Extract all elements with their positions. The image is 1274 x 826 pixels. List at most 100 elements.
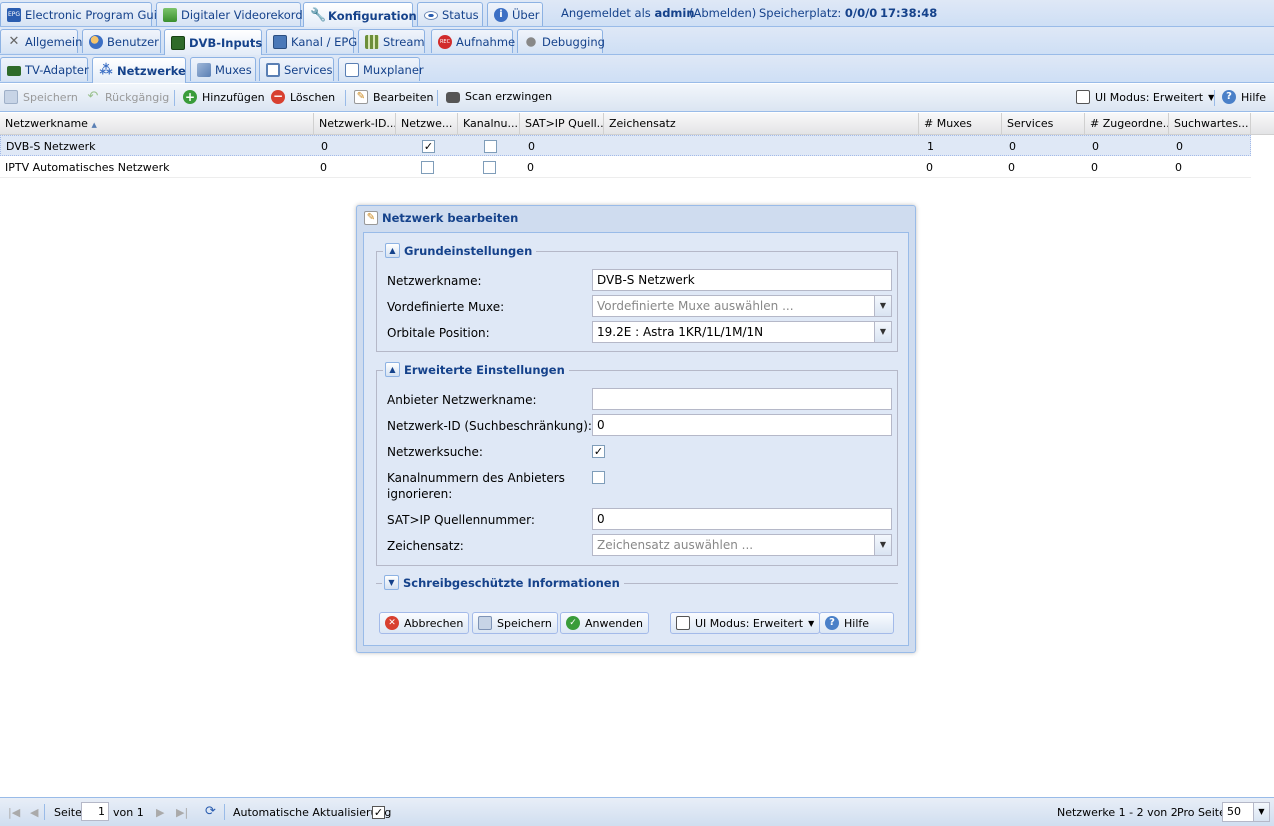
- paging-summary: Netzwerke 1 - 2 von 2: [1057, 806, 1178, 819]
- logout-link[interactable]: (Abmelden): [689, 6, 756, 20]
- chevron-down-icon[interactable]: ▼: [1253, 803, 1269, 821]
- auto-refresh-checkbox[interactable]: ✓: [372, 806, 385, 819]
- expand-icon[interactable]: ▼: [384, 575, 399, 590]
- cell-network-id: 0: [321, 140, 328, 153]
- column-header-services[interactable]: Services: [1002, 113, 1085, 135]
- network-name-field[interactable]: DVB-S Netzwerk: [592, 269, 892, 291]
- cancel-button[interactable]: ✕ Abbrechen: [379, 612, 470, 634]
- chevron-down-icon[interactable]: ▼: [874, 296, 891, 316]
- tab-status[interactable]: Status: [417, 2, 483, 26]
- tab-services[interactable]: Services: [259, 57, 334, 81]
- ignore-channel-numbers-checkbox[interactable]: [483, 161, 496, 174]
- network-search-checkbox[interactable]: ✓: [422, 140, 435, 153]
- predefined-muxes-select[interactable]: Vordefinierte Muxe auswählen ... ▼: [592, 295, 892, 317]
- help-button[interactable]: ? Hilfe: [1222, 90, 1266, 104]
- basic-settings-legend[interactable]: ▲ Grundeinstellungen: [383, 243, 537, 258]
- tab-general[interactable]: ✕ Allgemein: [0, 29, 82, 53]
- dialog-title-bar[interactable]: ✎ Netzwerk bearbeiten: [357, 206, 915, 230]
- predefined-muxes-label: Vordefinierte Muxe:: [387, 300, 505, 314]
- satip-source-field[interactable]: 0: [592, 508, 892, 530]
- undo-button[interactable]: ↶ Rückgängig: [86, 90, 170, 104]
- list-icon: [1076, 90, 1090, 104]
- ignore-channel-numbers-checkbox[interactable]: [484, 140, 497, 153]
- tab-debugging[interactable]: Debugging: [517, 29, 605, 53]
- readonly-info-legend[interactable]: ▼ Schreibgeschützte Informationen: [382, 575, 624, 590]
- antenna-icon: ⁂: [99, 62, 113, 78]
- tab-epg[interactable]: EPG Electronic Program Guide: [0, 2, 171, 26]
- tab-configuration[interactable]: 🔧 Konfiguration: [303, 2, 417, 28]
- column-header-scan-queue[interactable]: Suchwartes...: [1169, 113, 1251, 135]
- cell-network-name: IPTV Automatisches Netzwerk: [5, 161, 170, 174]
- tab-networks[interactable]: ⁂ Netzwerke: [92, 57, 186, 83]
- orbital-position-label: Orbitale Position:: [387, 326, 490, 340]
- tab-muxplanner[interactable]: Muxplaner: [338, 57, 424, 81]
- cell-muxes: 0: [926, 161, 933, 174]
- dialog-title: Netzwerk bearbeiten: [382, 211, 519, 225]
- ui-mode-button[interactable]: UI Modus: Erweitert ▼: [1076, 90, 1214, 104]
- help-button[interactable]: ? Hilfe: [819, 612, 894, 634]
- film-icon: [365, 34, 379, 49]
- edit-icon: ✎: [354, 90, 368, 104]
- column-header-muxes[interactable]: # Muxes: [919, 113, 1002, 135]
- save-button[interactable]: Speichern: [472, 612, 558, 634]
- prev-page-icon[interactable]: ◀: [30, 806, 38, 819]
- column-header-satip-source[interactable]: SAT>IP Quell...: [520, 113, 604, 135]
- network-id-field[interactable]: 0: [592, 414, 892, 436]
- tab-muxes[interactable]: Muxes: [190, 57, 256, 81]
- list-icon: [676, 616, 690, 630]
- tab-users[interactable]: Benutzer: [82, 29, 161, 53]
- column-header-mapped[interactable]: # Zugeordne...: [1085, 113, 1169, 135]
- edit-button[interactable]: ✎ Bearbeiten: [354, 90, 433, 104]
- cell-network-name: DVB-S Netzwerk: [6, 140, 96, 153]
- toolbar-separator: [44, 804, 45, 820]
- per-page-select[interactable]: 50 ▼: [1222, 802, 1270, 822]
- tab-dvr[interactable]: Digitaler Videorekorder: [156, 2, 314, 26]
- tv-icon: [273, 34, 287, 49]
- wrench-icon: 🔧: [310, 7, 327, 23]
- next-page-icon[interactable]: ▶: [156, 806, 164, 819]
- cell-scan-queue: 0: [1176, 140, 1183, 153]
- chevron-down-icon[interactable]: ▼: [874, 535, 891, 555]
- apply-button[interactable]: ✓ Anwenden: [560, 612, 649, 634]
- first-page-icon[interactable]: |◀: [8, 806, 20, 819]
- column-header-channel-numbers[interactable]: Kanalnu...: [458, 113, 520, 135]
- tab-recording[interactable]: REC Aufnahme: [431, 29, 515, 53]
- collapse-icon[interactable]: ▲: [385, 243, 400, 258]
- provider-network-name-field[interactable]: [592, 388, 892, 410]
- force-scan-button[interactable]: Scan erzwingen: [446, 90, 552, 103]
- ignore-channel-numbers-label: Kanalnummern des Anbieters ignorieren:: [387, 471, 565, 501]
- provider-network-name-label: Anbieter Netzwerkname:: [387, 393, 537, 407]
- charset-label: Zeichensatz:: [387, 539, 464, 553]
- tab-channel-epg[interactable]: Kanal / EPG: [266, 29, 357, 53]
- column-header-network-id[interactable]: Netzwerk-ID...: [314, 113, 396, 135]
- cancel-icon: ✕: [385, 616, 399, 630]
- ignore-channel-numbers-checkbox[interactable]: [592, 471, 605, 484]
- advanced-settings-legend[interactable]: ▲ Erweiterte Einstellungen: [383, 362, 569, 377]
- column-header-charset[interactable]: Zeichensatz: [604, 113, 919, 135]
- column-header-network-name[interactable]: Netzwerkname ▲: [0, 113, 314, 135]
- add-button[interactable]: + Hinzufügen: [183, 90, 265, 104]
- save-button[interactable]: Speichern: [4, 90, 78, 104]
- charset-select[interactable]: Zeichensatz auswählen ... ▼: [592, 534, 892, 556]
- collapse-icon[interactable]: ▲: [385, 362, 400, 377]
- page-number-input[interactable]: 1: [81, 802, 109, 821]
- tab-dvb-inputs[interactable]: DVB-Inputs: [164, 29, 262, 55]
- download-icon: [163, 7, 177, 22]
- column-header-network-search[interactable]: Netzwe...: [396, 113, 458, 135]
- network-search-checkbox[interactable]: [421, 161, 434, 174]
- chevron-down-icon[interactable]: ▼: [874, 322, 891, 342]
- satellite-icon: [197, 62, 211, 77]
- last-page-icon[interactable]: ▶|: [176, 806, 188, 819]
- refresh-icon[interactable]: ⟳: [205, 804, 216, 819]
- ui-mode-button[interactable]: UI Modus: Erweitert ▼: [670, 612, 821, 634]
- network-search-checkbox[interactable]: ✓: [592, 445, 605, 458]
- tab-tv-adapter[interactable]: TV-Adapter: [0, 57, 89, 81]
- tab-stream[interactable]: Stream: [358, 29, 425, 53]
- tab-about[interactable]: i Über: [487, 2, 543, 26]
- orbital-position-select[interactable]: 19.2E : Astra 1KR/1L/1M/1N ▼: [592, 321, 892, 343]
- delete-button[interactable]: − Löschen: [271, 90, 335, 104]
- card-icon: [171, 35, 185, 50]
- table-row[interactable]: IPTV Automatisches Netzwerk 0 0 0 0 0 0: [0, 157, 1251, 178]
- table-row[interactable]: DVB-S Netzwerk 0 ✓ 0 1 0 0 0: [0, 135, 1251, 156]
- dialog-body: ▲ Grundeinstellungen Netzwerkname: DVB-S…: [363, 232, 909, 646]
